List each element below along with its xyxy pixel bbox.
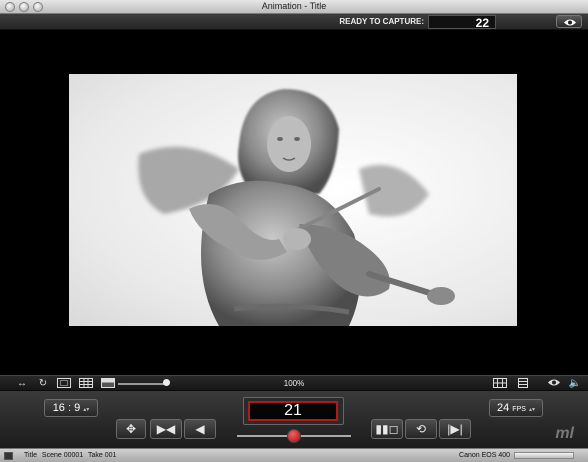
window-title: Animation - Title bbox=[261, 1, 327, 11]
skip-to-end-icon: |▶| bbox=[447, 422, 463, 436]
take-number: Take 001 bbox=[88, 452, 117, 459]
preview-toggle-button[interactable] bbox=[556, 15, 582, 28]
aspect-ratio-select[interactable]: 16 : 9 ▴▾ bbox=[44, 399, 98, 417]
capture-viewport[interactable] bbox=[0, 31, 588, 376]
frames-icon: ▮▮◻ bbox=[375, 422, 399, 436]
go-to-end-button[interactable]: |▶| bbox=[439, 419, 471, 439]
fps-unit: FPS bbox=[512, 406, 526, 413]
view-toolbar: ↔ ↻ 100% 🔈 bbox=[0, 375, 588, 391]
current-frame-display: 21 bbox=[248, 401, 338, 421]
volume-icon[interactable]: 🔈 bbox=[568, 378, 582, 390]
fps-select[interactable]: 24 FPS ▴▾ bbox=[489, 399, 543, 417]
previous-frame-button[interactable]: ◀ bbox=[184, 419, 216, 439]
fps-value: 24 bbox=[496, 402, 510, 414]
go-to-start-button[interactable]: ▶◀ bbox=[150, 419, 182, 439]
camera-status-bar bbox=[514, 452, 574, 459]
capture-controls: 16 : 9 ▴▾ ✥ ▶◀ ◀ 21 ▮▮◻ ⟲ |▶| 24 FPS ▴▾ … bbox=[0, 391, 588, 448]
frame-strip-button[interactable]: ▮▮◻ bbox=[371, 419, 403, 439]
project-title: Title bbox=[24, 452, 37, 459]
move-arrows-icon: ✥ bbox=[125, 422, 137, 436]
loop-button[interactable]: ⟲ bbox=[405, 419, 437, 439]
capture-frame-display: 22 bbox=[428, 15, 496, 30]
list-view-icon[interactable] bbox=[516, 378, 530, 390]
capture-frame-number: 22 bbox=[475, 16, 489, 30]
footer-status-bar: Title Scene 00001 Take 001 Canon EOS 400 bbox=[0, 448, 588, 462]
aspect-ratio-value: 16 : 9 bbox=[52, 402, 81, 414]
capture-status-bar: READY TO CAPTURE: 22 bbox=[0, 14, 588, 30]
move-tool-button[interactable]: ✥ bbox=[116, 419, 146, 439]
figurine-image bbox=[138, 89, 455, 326]
ready-to-capture-label: READY TO CAPTURE: bbox=[339, 17, 424, 26]
eye-icon bbox=[564, 19, 576, 26]
chevron-updown-icon: ▴▾ bbox=[528, 407, 536, 413]
skip-to-start-icon: ▶◀ bbox=[156, 422, 176, 436]
playhead-knob[interactable] bbox=[287, 429, 301, 443]
window-titlebar: Animation - Title bbox=[0, 0, 588, 14]
camera-live-view bbox=[69, 74, 517, 326]
chevron-updown-icon: ▴▾ bbox=[83, 407, 90, 413]
scene-number: Scene 00001 bbox=[41, 452, 84, 459]
loop-icon: ⟲ bbox=[415, 422, 427, 436]
visibility-eye-icon[interactable] bbox=[546, 378, 562, 390]
timeline-view-icon[interactable] bbox=[492, 378, 508, 390]
record-indicator-icon bbox=[4, 452, 13, 460]
scene-info: Title Scene 00001 Take 001 bbox=[24, 452, 119, 459]
app-logo: ml bbox=[555, 425, 574, 442]
step-back-icon: ◀ bbox=[195, 422, 205, 436]
camera-name: Canon EOS 400 bbox=[459, 452, 510, 459]
